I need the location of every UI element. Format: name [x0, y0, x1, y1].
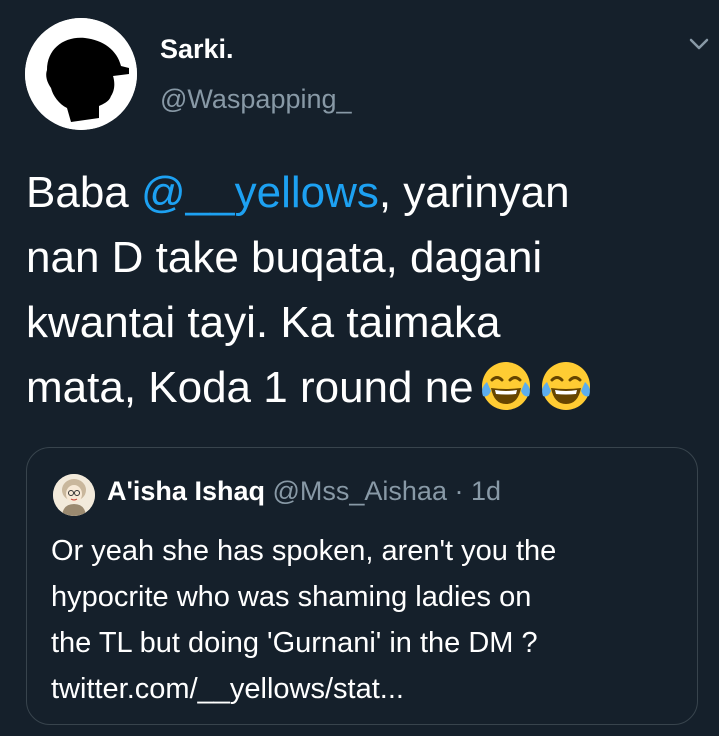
- tweet-text-segment: , yarinyan: [378, 168, 570, 217]
- author-handle[interactable]: @Waspapping_: [160, 84, 352, 115]
- mention-link[interactable]: @__yellows: [141, 168, 379, 217]
- quoted-header: A'isha Ishaq @Mss_Aishaa · 1d: [107, 476, 501, 507]
- quoted-line-1: Or yeah she has spoken, aren't you the: [51, 535, 557, 567]
- tweet-line-2: nan D take buqata, dagani: [26, 233, 543, 282]
- chevron-down-icon[interactable]: [688, 36, 710, 52]
- cartoon-girl-avatar-icon: [53, 474, 95, 516]
- author-avatar[interactable]: [25, 18, 137, 130]
- tweet-card: Sarki. @Waspapping_ Baba @__yellows, yar…: [0, 0, 719, 736]
- tweet-text: Baba @__yellows, yarinyan nan D take buq…: [26, 160, 706, 432]
- quoted-line-3: the TL but doing 'Gurnani' in the DM ?: [51, 627, 538, 659]
- quoted-author-avatar[interactable]: [53, 474, 95, 516]
- emoji-group: [474, 358, 594, 432]
- quoted-line-2: hypocrite who was shaming ladies on: [51, 581, 532, 613]
- author-name[interactable]: Sarki.: [160, 34, 234, 65]
- quoted-author-name[interactable]: A'isha Ishaq: [107, 476, 265, 506]
- tweet-text-segment: mata, Koda 1 round ne: [26, 363, 474, 412]
- tweet-line-1: Baba @__yellows, yarinyan: [26, 160, 706, 225]
- tweet-line-4: mata, Koda 1 round ne: [26, 355, 706, 432]
- quoted-timestamp: · 1d: [454, 476, 502, 506]
- face-with-tears-of-joy-icon: [541, 362, 590, 410]
- quoted-text: Or yeah she has spoken, aren't you the h…: [51, 528, 691, 712]
- tweet-line-3: kwantai tayi. Ka taimaka: [26, 298, 501, 347]
- silhouette-cap-avatar-icon: [25, 18, 137, 130]
- quoted-tweet[interactable]: A'isha Ishaq @Mss_Aishaa · 1d Or yeah sh…: [26, 447, 698, 725]
- tweet-text-segment: Baba: [26, 168, 141, 217]
- face-with-tears-of-joy-icon: [481, 362, 530, 410]
- quoted-author-handle[interactable]: @Mss_Aishaa: [272, 476, 446, 506]
- quoted-link[interactable]: twitter.com/__yellows/stat...: [51, 666, 691, 712]
